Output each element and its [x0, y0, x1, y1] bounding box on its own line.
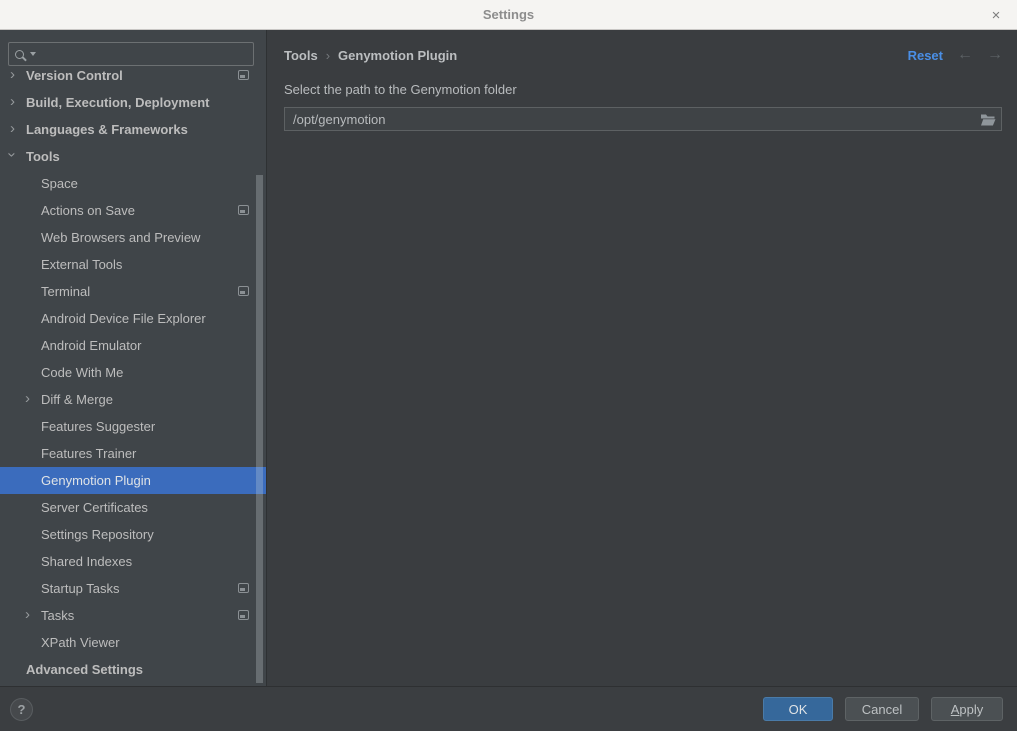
sidebar-item-terminal[interactable]: › Terminal: [0, 278, 266, 305]
sidebar-item-label: XPath Viewer: [41, 635, 120, 650]
sidebar-item-label: Features Suggester: [41, 419, 155, 434]
sidebar-item-label: Languages & Frameworks: [26, 122, 188, 137]
forward-arrow-icon[interactable]: →: [987, 46, 1003, 64]
per-project-settings-icon: [238, 286, 249, 296]
sidebar-item-server-certificates[interactable]: › Server Certificates: [0, 494, 266, 521]
chevron-icon[interactable]: ›: [10, 89, 15, 115]
per-project-settings-icon: [238, 610, 249, 620]
window-titlebar: Settings ×: [0, 0, 1017, 30]
settings-dialog: Settings × › Version Control › Build, Ex…: [0, 0, 1017, 731]
breadcrumb-tools[interactable]: Tools: [284, 48, 318, 63]
sidebar-item-label: Web Browsers and Preview: [41, 230, 200, 245]
help-button[interactable]: ?: [10, 698, 33, 721]
settings-content-panel: Tools › Genymotion Plugin Reset ← → Sele…: [268, 30, 1017, 686]
genymotion-path-label: Select the path to the Genymotion folder: [284, 82, 517, 97]
per-project-settings-icon: [238, 70, 249, 80]
sidebar-item-label: Terminal: [41, 284, 90, 299]
search-input[interactable]: [36, 47, 247, 62]
browse-folder-button[interactable]: [975, 108, 1001, 130]
sidebar-item-label: Shared Indexes: [41, 554, 132, 569]
per-project-settings-icon: [238, 583, 249, 593]
genymotion-path-input[interactable]: [285, 112, 975, 127]
sidebar-item-space[interactable]: › Space: [0, 170, 266, 197]
sidebar-item-label: Genymotion Plugin: [41, 473, 151, 488]
sidebar-item-languages-frameworks[interactable]: › Languages & Frameworks: [0, 116, 266, 143]
sidebar-item-label: Startup Tasks: [41, 581, 120, 596]
breadcrumb: Tools › Genymotion Plugin Reset ← →: [284, 44, 1003, 66]
search-icon: [15, 50, 24, 59]
sidebar-item-android-device-file-explorer[interactable]: › Android Device File Explorer: [0, 305, 266, 332]
question-mark-icon: ?: [18, 702, 26, 717]
sidebar-item-label: Actions on Save: [41, 203, 135, 218]
sidebar-item-label: Build, Execution, Deployment: [26, 95, 209, 110]
dialog-footer: ? OK Cancel Apply: [0, 686, 1017, 731]
breadcrumb-separator-icon: ›: [326, 48, 330, 63]
sidebar-item-android-emulator[interactable]: › Android Emulator: [0, 332, 266, 359]
sidebar-item-advanced-settings[interactable]: › Advanced Settings: [0, 656, 266, 683]
sidebar-item-features-trainer[interactable]: › Features Trainer: [0, 440, 266, 467]
sidebar-item-label: Space: [41, 176, 78, 191]
settings-search-box[interactable]: [8, 42, 254, 66]
sidebar-item-diff-merge[interactable]: › Diff & Merge: [0, 386, 266, 413]
sidebar-item-label: Version Control: [26, 68, 123, 83]
sidebar-item-code-with-me[interactable]: › Code With Me: [0, 359, 266, 386]
sidebar-item-label: Android Emulator: [41, 338, 141, 353]
open-folder-icon: [980, 113, 996, 126]
reset-link[interactable]: Reset: [908, 48, 943, 63]
chevron-icon[interactable]: ›: [10, 66, 15, 88]
sidebar-item-tasks[interactable]: › Tasks: [0, 602, 266, 629]
sidebar-item-label: Diff & Merge: [41, 392, 113, 407]
sidebar-item-settings-repository[interactable]: › Settings Repository: [0, 521, 266, 548]
window-title: Settings: [483, 7, 534, 22]
sidebar-item-startup-tasks[interactable]: › Startup Tasks: [0, 575, 266, 602]
apply-button[interactable]: Apply: [931, 697, 1003, 721]
sidebar-item-label: Tasks: [41, 608, 74, 623]
sidebar-item-label: Code With Me: [41, 365, 123, 380]
settings-tree: › Version Control › Build, Execution, De…: [0, 66, 266, 686]
close-icon[interactable]: ×: [983, 0, 1009, 30]
sidebar-item-label: Server Certificates: [41, 500, 148, 515]
sidebar-item-shared-indexes[interactable]: › Shared Indexes: [0, 548, 266, 575]
chevron-icon[interactable]: ›: [10, 116, 15, 142]
sidebar-item-features-suggester[interactable]: › Features Suggester: [0, 413, 266, 440]
chevron-icon[interactable]: ›: [0, 152, 25, 157]
sidebar-item-version-control[interactable]: › Version Control: [0, 66, 266, 89]
sidebar-item-label: Advanced Settings: [26, 662, 143, 677]
sidebar-item-build-execution-deployment[interactable]: › Build, Execution, Deployment: [0, 89, 266, 116]
sidebar-item-label: Tools: [26, 149, 60, 164]
sidebar-item-label: Settings Repository: [41, 527, 154, 542]
sidebar-item-label: Android Device File Explorer: [41, 311, 206, 326]
sidebar-item-label: Features Trainer: [41, 446, 136, 461]
sidebar-item-genymotion-plugin[interactable]: › Genymotion Plugin: [0, 467, 266, 494]
settings-sidebar: › Version Control › Build, Execution, De…: [0, 30, 267, 686]
cancel-button[interactable]: Cancel: [845, 697, 919, 721]
genymotion-path-field: [284, 107, 1002, 131]
chevron-icon[interactable]: ›: [25, 386, 30, 412]
chevron-icon[interactable]: ›: [25, 602, 30, 628]
sidebar-item-web-browsers-and-preview[interactable]: › Web Browsers and Preview: [0, 224, 266, 251]
sidebar-item-actions-on-save[interactable]: › Actions on Save: [0, 197, 266, 224]
ok-button[interactable]: OK: [763, 697, 833, 721]
back-arrow-icon[interactable]: ←: [957, 46, 973, 64]
sidebar-item-xpath-viewer[interactable]: › XPath Viewer: [0, 629, 266, 656]
sidebar-item-external-tools[interactable]: › External Tools: [0, 251, 266, 278]
breadcrumb-current-page: Genymotion Plugin: [338, 48, 457, 63]
sidebar-item-tools[interactable]: › Tools: [0, 143, 266, 170]
per-project-settings-icon: [238, 205, 249, 215]
sidebar-item-label: External Tools: [41, 257, 122, 272]
sidebar-scrollbar[interactable]: [256, 175, 263, 683]
